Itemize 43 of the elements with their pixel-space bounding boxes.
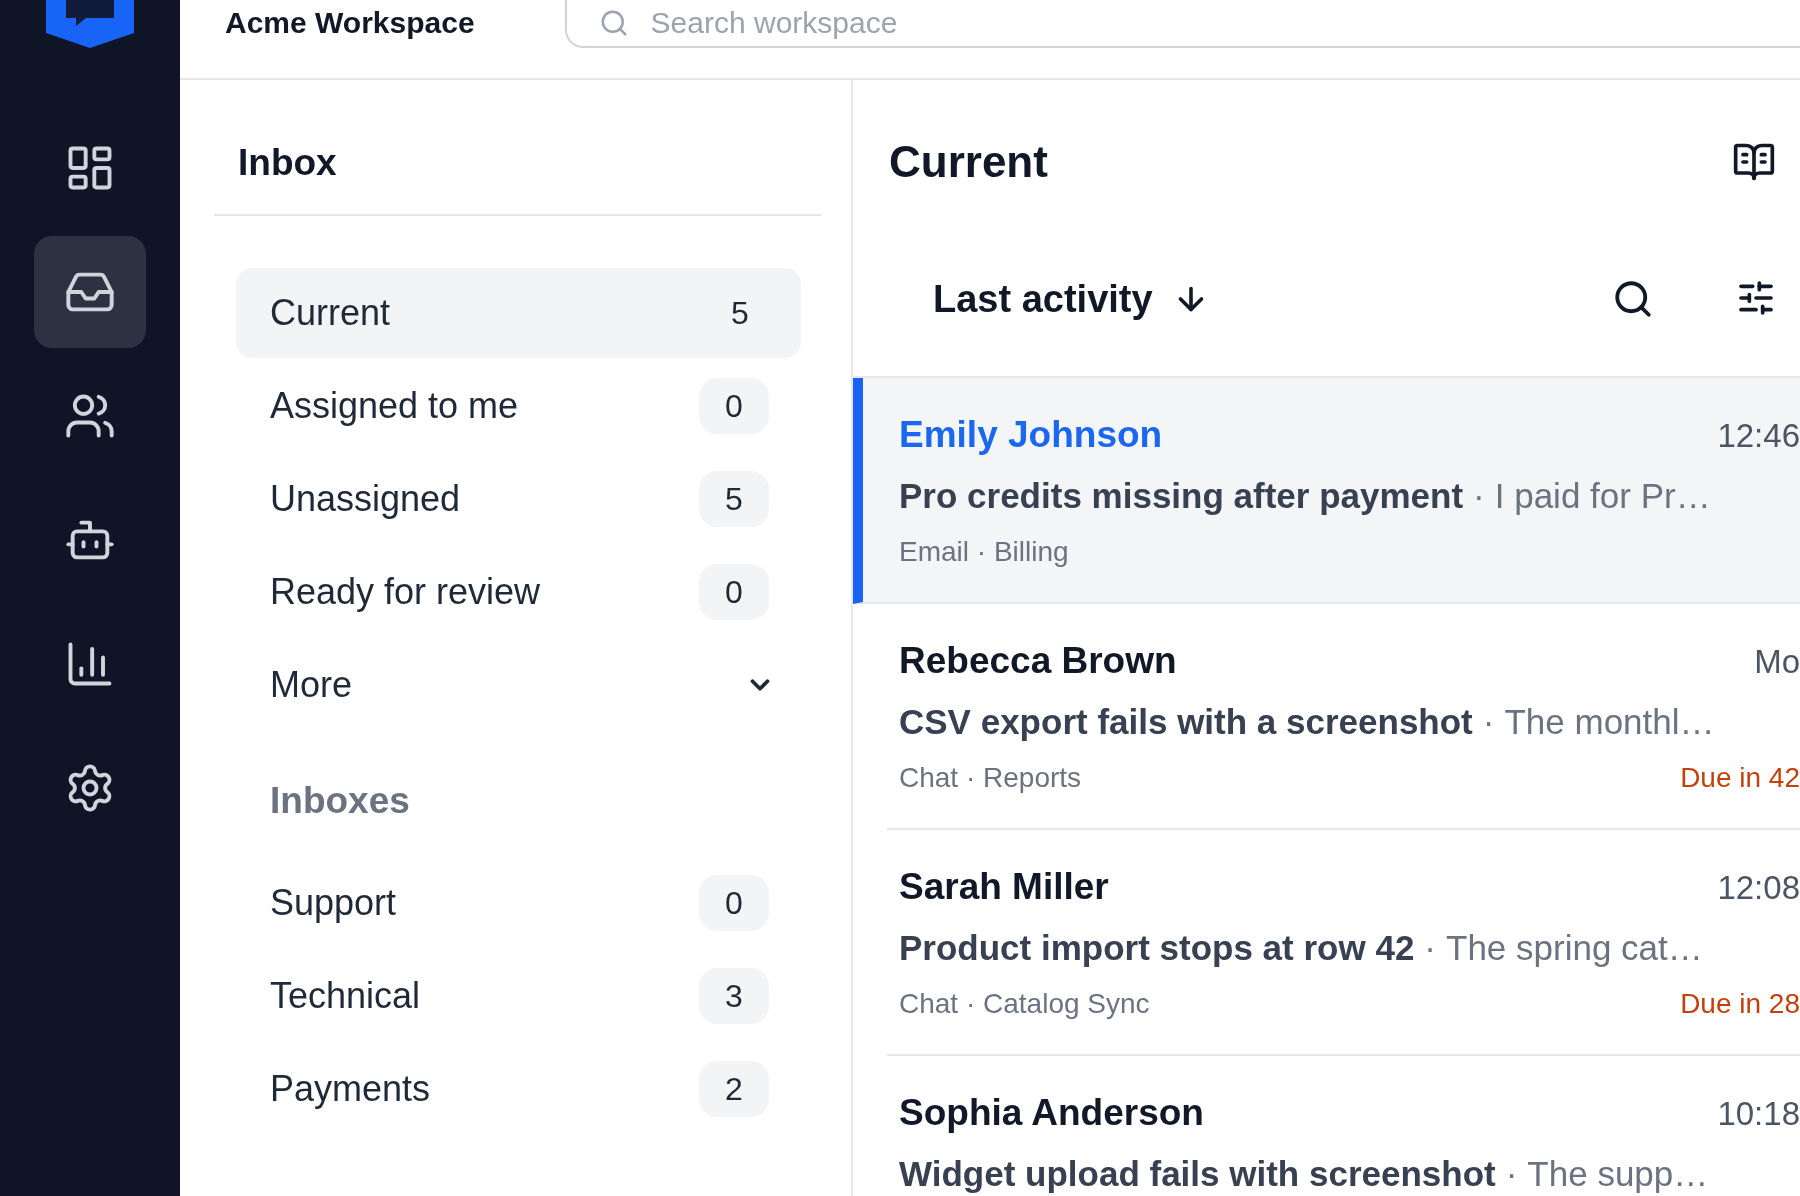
due-label: Due in 28 xyxy=(1680,988,1800,1020)
conversation-row[interactable]: Rebecca Brown Mo CSV export fails with a screenshot · The monthl… Chat · Reports Due in 42 xyxy=(887,604,1800,830)
due-label: Due in 42 xyxy=(1680,762,1800,794)
sort-button[interactable]: Last activity xyxy=(933,277,1209,321)
section-heading: Inboxes xyxy=(269,779,411,823)
count-badge: 5 xyxy=(699,471,769,527)
count-badge: 0 xyxy=(699,564,769,620)
message-subject: Pro credits missing after payment · I paid for Pr… xyxy=(899,476,1711,516)
channel-label: Email · Billing xyxy=(899,536,1069,568)
message-time: 12:08 xyxy=(1717,869,1800,907)
channel-label: Chat · Catalog Sync xyxy=(899,988,1150,1020)
nav-item[interactable]: Technical 3 xyxy=(236,951,801,1041)
message-time: 10:18 xyxy=(1717,1095,1800,1133)
count-badge: 3 xyxy=(699,968,769,1024)
nav-item[interactable]: Unassigned 5 xyxy=(236,454,801,544)
nav-item[interactable]: Support 0 xyxy=(236,858,801,948)
nav-item[interactable]: Assigned to me 0 xyxy=(236,361,801,451)
contact-name: Emily Johnson xyxy=(899,414,1163,456)
nav-item[interactable]: Ready for review 0 xyxy=(236,547,801,637)
panel-title: Inbox xyxy=(214,80,821,216)
sidebar-button[interactable] xyxy=(34,236,146,348)
message-subject: CSV export fails with a screenshot · The monthl… xyxy=(899,702,1715,742)
contact-name: Sophia Anderson xyxy=(899,1092,1204,1134)
channel-label: Chat · Reports xyxy=(899,762,1082,794)
conversation-row[interactable]: Sarah Miller 12:08 Product import stops at row 42 · The spring cat… Chat · Catalog Sync Due in 28 xyxy=(887,830,1800,1056)
count-badge: 0 xyxy=(699,875,769,931)
conversation-row[interactable]: Sophia Anderson 10:18 Widget upload fails with screenshot · The supp… xyxy=(887,1056,1800,1196)
more-toggle[interactable]: More xyxy=(236,640,801,730)
workspace-title: Acme Workspace xyxy=(225,6,475,40)
count-label: 5 xyxy=(730,293,750,333)
nav-item[interactable]: Payments 2 xyxy=(236,1044,801,1134)
count-badge: 0 xyxy=(699,378,769,434)
contact-name: Sarah Miller xyxy=(899,866,1109,908)
message-time: 12:46 xyxy=(1717,417,1800,455)
message-subject: Product import stops at row 42 · The spring cat… xyxy=(899,928,1703,968)
list-title: Current xyxy=(889,137,1048,187)
contact-name: Rebecca Brown xyxy=(899,640,1177,682)
nav-item[interactable]: Current 5 xyxy=(236,268,801,358)
search-field[interactable]: Search workspace xyxy=(564,0,1800,48)
message-time: Mo xyxy=(1754,643,1800,681)
conversation-row[interactable]: Emily Johnson 12:46 Pro credits missing after payment · I paid for Pr… Email · Billing xyxy=(853,378,1800,604)
message-subject: Widget upload fails with screenshot · The supp… xyxy=(899,1154,1709,1194)
count-badge: 2 xyxy=(699,1061,769,1117)
